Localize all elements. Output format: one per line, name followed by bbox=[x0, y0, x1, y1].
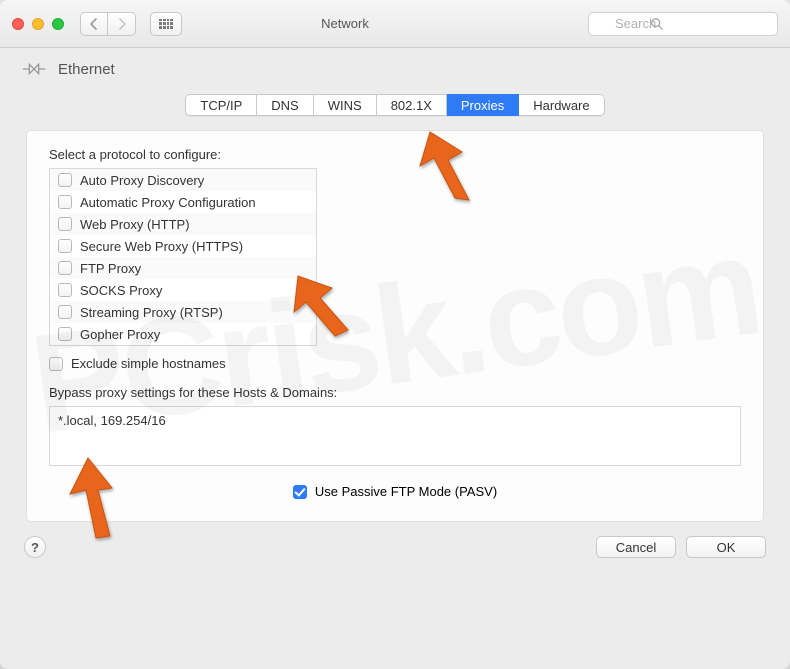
protocol-row-auto-config[interactable]: Automatic Proxy Configuration bbox=[50, 191, 316, 213]
footer: ? Cancel OK bbox=[0, 522, 790, 576]
network-window: Network Ethernet TCP/IP DNS WINS 802.1X … bbox=[0, 0, 790, 669]
tab-wins[interactable]: WINS bbox=[314, 94, 377, 116]
bypass-textarea[interactable]: *.local, 169.254/16 bbox=[49, 406, 741, 466]
checkbox[interactable] bbox=[58, 305, 72, 319]
window-title: Network bbox=[110, 16, 580, 31]
protocol-row-gopher[interactable]: Gopher Proxy bbox=[50, 323, 316, 345]
protocol-row-socks[interactable]: SOCKS Proxy bbox=[50, 279, 316, 301]
tab-8021x[interactable]: 802.1X bbox=[377, 94, 447, 116]
close-icon[interactable] bbox=[12, 18, 24, 30]
pasv-row[interactable]: Use Passive FTP Mode (PASV) bbox=[49, 484, 741, 499]
exclude-simple-row[interactable]: Exclude simple hostnames bbox=[49, 356, 741, 371]
titlebar: Network bbox=[0, 0, 790, 48]
protocol-label: FTP Proxy bbox=[80, 261, 141, 276]
exclude-simple-label: Exclude simple hostnames bbox=[71, 356, 226, 371]
checkbox[interactable] bbox=[58, 283, 72, 297]
tab-dns[interactable]: DNS bbox=[257, 94, 313, 116]
help-button[interactable]: ? bbox=[24, 536, 46, 558]
checkbox[interactable] bbox=[58, 261, 72, 275]
checkbox[interactable] bbox=[58, 217, 72, 231]
chevron-left-icon bbox=[90, 18, 98, 30]
exclude-simple-checkbox[interactable] bbox=[49, 357, 63, 371]
checkbox[interactable] bbox=[58, 173, 72, 187]
protocol-row-https[interactable]: Secure Web Proxy (HTTPS) bbox=[50, 235, 316, 257]
checkbox[interactable] bbox=[58, 239, 72, 253]
pasv-label: Use Passive FTP Mode (PASV) bbox=[315, 484, 497, 499]
proxies-panel: Select a protocol to configure: Auto Pro… bbox=[26, 130, 764, 522]
protocol-label: Secure Web Proxy (HTTPS) bbox=[80, 239, 243, 254]
search-icon bbox=[650, 17, 664, 31]
interface-header: Ethernet bbox=[0, 48, 790, 84]
checkbox[interactable] bbox=[58, 327, 72, 341]
ethernet-icon bbox=[20, 55, 48, 83]
pasv-checkbox[interactable] bbox=[293, 485, 307, 499]
tab-hardware[interactable]: Hardware bbox=[519, 94, 604, 116]
cancel-button[interactable]: Cancel bbox=[596, 536, 676, 558]
protocol-label: Gopher Proxy bbox=[80, 327, 160, 342]
tab-bar: TCP/IP DNS WINS 802.1X Proxies Hardware bbox=[0, 94, 790, 116]
protocol-label: Web Proxy (HTTP) bbox=[80, 217, 190, 232]
protocol-row-ftp[interactable]: FTP Proxy bbox=[50, 257, 316, 279]
search-wrap bbox=[588, 12, 778, 36]
protocol-label: SOCKS Proxy bbox=[80, 283, 162, 298]
protocol-label: Auto Proxy Discovery bbox=[80, 173, 204, 188]
protocol-label: Automatic Proxy Configuration bbox=[80, 195, 256, 210]
select-protocol-label: Select a protocol to configure: bbox=[49, 147, 741, 162]
protocol-row-auto-discovery[interactable]: Auto Proxy Discovery bbox=[50, 169, 316, 191]
tab-tcpip[interactable]: TCP/IP bbox=[185, 94, 257, 116]
zoom-icon[interactable] bbox=[52, 18, 64, 30]
protocol-label: Streaming Proxy (RTSP) bbox=[80, 305, 223, 320]
checkbox[interactable] bbox=[58, 195, 72, 209]
back-button[interactable] bbox=[80, 12, 108, 36]
protocol-list[interactable]: Auto Proxy Discovery Automatic Proxy Con… bbox=[49, 168, 317, 346]
protocol-row-http[interactable]: Web Proxy (HTTP) bbox=[50, 213, 316, 235]
minimize-icon[interactable] bbox=[32, 18, 44, 30]
window-controls bbox=[12, 18, 64, 30]
bypass-label: Bypass proxy settings for these Hosts & … bbox=[49, 385, 741, 400]
protocol-row-rtsp[interactable]: Streaming Proxy (RTSP) bbox=[50, 301, 316, 323]
ok-button[interactable]: OK bbox=[686, 536, 766, 558]
search-input[interactable] bbox=[588, 12, 778, 36]
interface-name: Ethernet bbox=[58, 61, 115, 78]
tab-proxies[interactable]: Proxies bbox=[447, 94, 519, 116]
tab-segmented: TCP/IP DNS WINS 802.1X Proxies Hardware bbox=[185, 94, 604, 116]
